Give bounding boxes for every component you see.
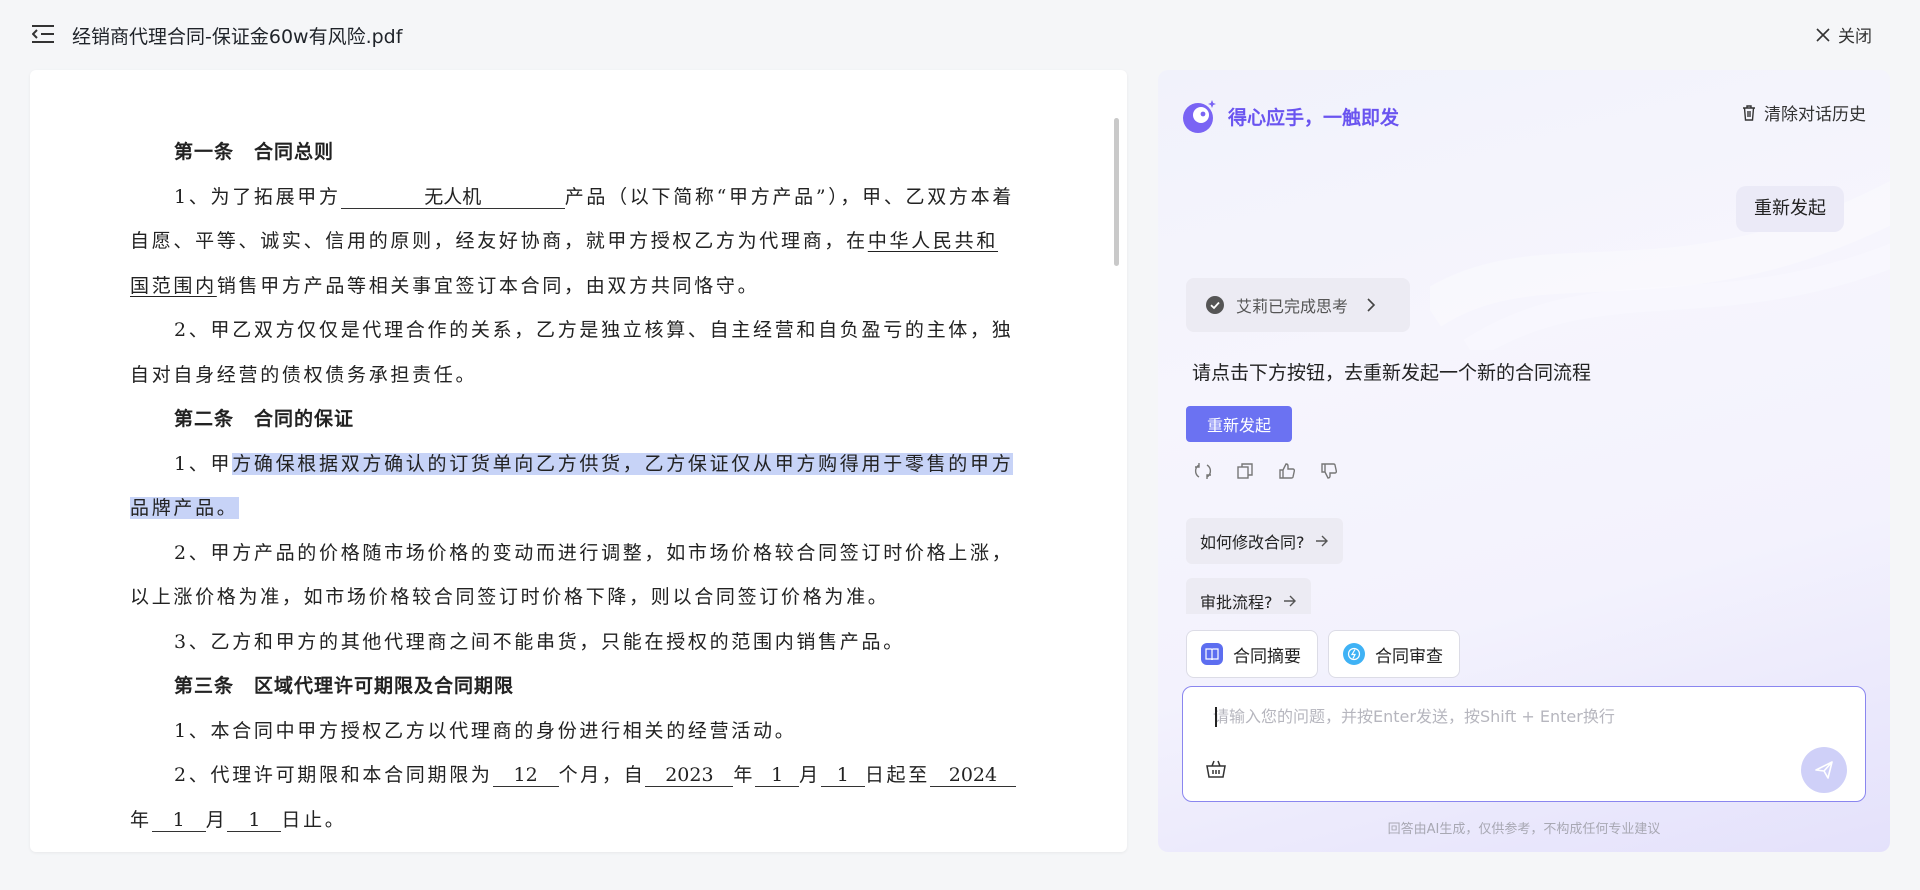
copy-icon[interactable] (1236, 462, 1254, 480)
answer-actions (1194, 462, 1338, 480)
ai-assistant-panel: 得心应手，一触即发 清除对话历史 重新发起 艾莉已完成思考 请点击下方按钮，去重… (1158, 70, 1890, 852)
quick-tools: 合同摘要 合同审查 (1186, 630, 1460, 678)
send-icon (1815, 761, 1833, 779)
chevron-right-icon (1367, 298, 1376, 312)
close-icon (1816, 27, 1830, 42)
document-page: 第一条 合同总则 1、为了拓展甲方 无人机 产品（以下简称“甲方产品”），甲、乙双方… (130, 130, 1055, 842)
regenerate-icon[interactable] (1194, 462, 1212, 480)
user-message: 重新发起 (1736, 186, 1844, 232)
filled-blank: 无人机 (340, 186, 565, 209)
close-label: 关闭 (1838, 27, 1872, 47)
document-line: 2、甲乙双方仅仅是代理合作的关系，乙方是独立核算、自主经营和自负盈亏的主体，独 (174, 319, 1014, 341)
trash-icon (1743, 104, 1755, 121)
suggestion-modify-contract[interactable]: 如何修改合同? (1186, 518, 1343, 564)
top-bar: 经销商代理合同-保证金60w有风险.pdf 关闭 (0, 0, 1920, 68)
outline-menu-icon[interactable] (32, 24, 54, 44)
section-heading: 第三条 区域代理许可期限及合同期限 (174, 675, 515, 697)
document-line: 自对自身经营的债权债务承担责任。 (130, 363, 478, 386)
document-viewer[interactable]: 第一条 合同总则 1、为了拓展甲方 无人机 产品（以下简称“甲方产品”），甲、乙双方… (30, 70, 1127, 852)
document-line: 2、甲方产品的价格随市场价格的变动而进行调整，如市场价格较合同签订时价格上涨， (174, 541, 1014, 564)
document-line: 自愿、平等、诚实、信用的原则，经友好协商，就甲方授权乙方为代理商，在中华人民共和 (130, 230, 999, 252)
section-heading: 第二条 合同的保证 (174, 408, 355, 430)
document-line: 以上涨价格为准，如市场价格较合同签订时价格下降，则以合同签订价格为准。 (130, 586, 890, 608)
file-title: 经销商代理合同-保证金60w有风险.pdf (72, 26, 403, 48)
document-line: 2、代理许可期限和本合同期限为 12 个月，自 2023 年 1 月 1 日起至 2024 (130, 753, 1055, 798)
section-heading: 第一条 合同总则 (174, 141, 335, 163)
text-caret (1215, 707, 1217, 727)
close-button[interactable]: 关闭 (1816, 22, 1872, 47)
brand-slogan: 得心应手，一触即发 (1228, 106, 1400, 129)
assistant-logo-icon (1183, 100, 1216, 133)
clear-history-button[interactable]: 清除对话历史 (1742, 100, 1866, 125)
document-line[interactable]: 1、甲方确保根据双方确认的订货单向乙方供货，乙方保证仅从甲方购得用于零售的甲方 (130, 442, 1055, 487)
suggestion-approval-flow[interactable]: 审批流程? (1186, 578, 1311, 614)
send-button[interactable] (1801, 747, 1847, 793)
clear-history-label: 清除对话历史 (1764, 105, 1866, 125)
check-circle-icon (1206, 296, 1224, 314)
arrow-right-icon (1283, 595, 1296, 607)
document-line[interactable]: 品牌产品。 (130, 486, 1055, 531)
chat-input[interactable] (1213, 703, 1773, 733)
document-line: 年 1 月 1 日止。 (130, 808, 347, 832)
document-line: 国范围内销售甲方产品等相关事宜签订本合同，由双方共同恪守。 (130, 274, 760, 297)
contract-review-button[interactable]: 合同审查 (1328, 630, 1460, 678)
contract-summary-button[interactable]: 合同摘要 (1186, 630, 1318, 678)
restart-contract-button[interactable]: 重新发起 (1186, 406, 1292, 442)
chat-input-box (1182, 686, 1866, 802)
thumbs-up-icon[interactable] (1278, 462, 1296, 480)
book-icon (1201, 643, 1223, 665)
document-line: 3、乙方和甲方的其他代理商之间不能串货，只能在授权的范围内销售产品。 (174, 630, 905, 653)
assistant-answer: 请点击下方按钮，去重新发起一个新的合同流程 (1192, 362, 1592, 384)
document-line: 1、本合同中甲方授权乙方以代理商的身份进行相关的经营活动。 (174, 719, 797, 742)
ai-disclaimer: 回答由AI生成，仅供参考，不构成任何专业建议 (1387, 822, 1661, 837)
suggested-questions: 如何修改合同? 审批流程? (1186, 518, 1866, 614)
text-selection: 方确保根据双方确认的订货单向乙方供货，乙方保证仅从甲方购得用于零售的甲方 (232, 452, 1014, 475)
thumbs-down-icon[interactable] (1320, 462, 1338, 480)
basket-icon[interactable] (1205, 759, 1227, 779)
document-scrollbar[interactable] (1114, 118, 1119, 266)
arrow-right-icon (1315, 535, 1328, 547)
document-line: 1、为了拓展甲方 无人机 产品（以下简称“甲方产品”），甲、乙双方本着 (174, 185, 1015, 209)
thinking-status-toggle[interactable]: 艾莉已完成思考 (1186, 278, 1410, 332)
text-selection: 品牌产品。 (130, 497, 239, 519)
assistant-brand: 得心应手，一触即发 (1182, 98, 1399, 134)
review-icon (1343, 643, 1365, 665)
thinking-status-label: 艾莉已完成思考 (1236, 297, 1349, 316)
